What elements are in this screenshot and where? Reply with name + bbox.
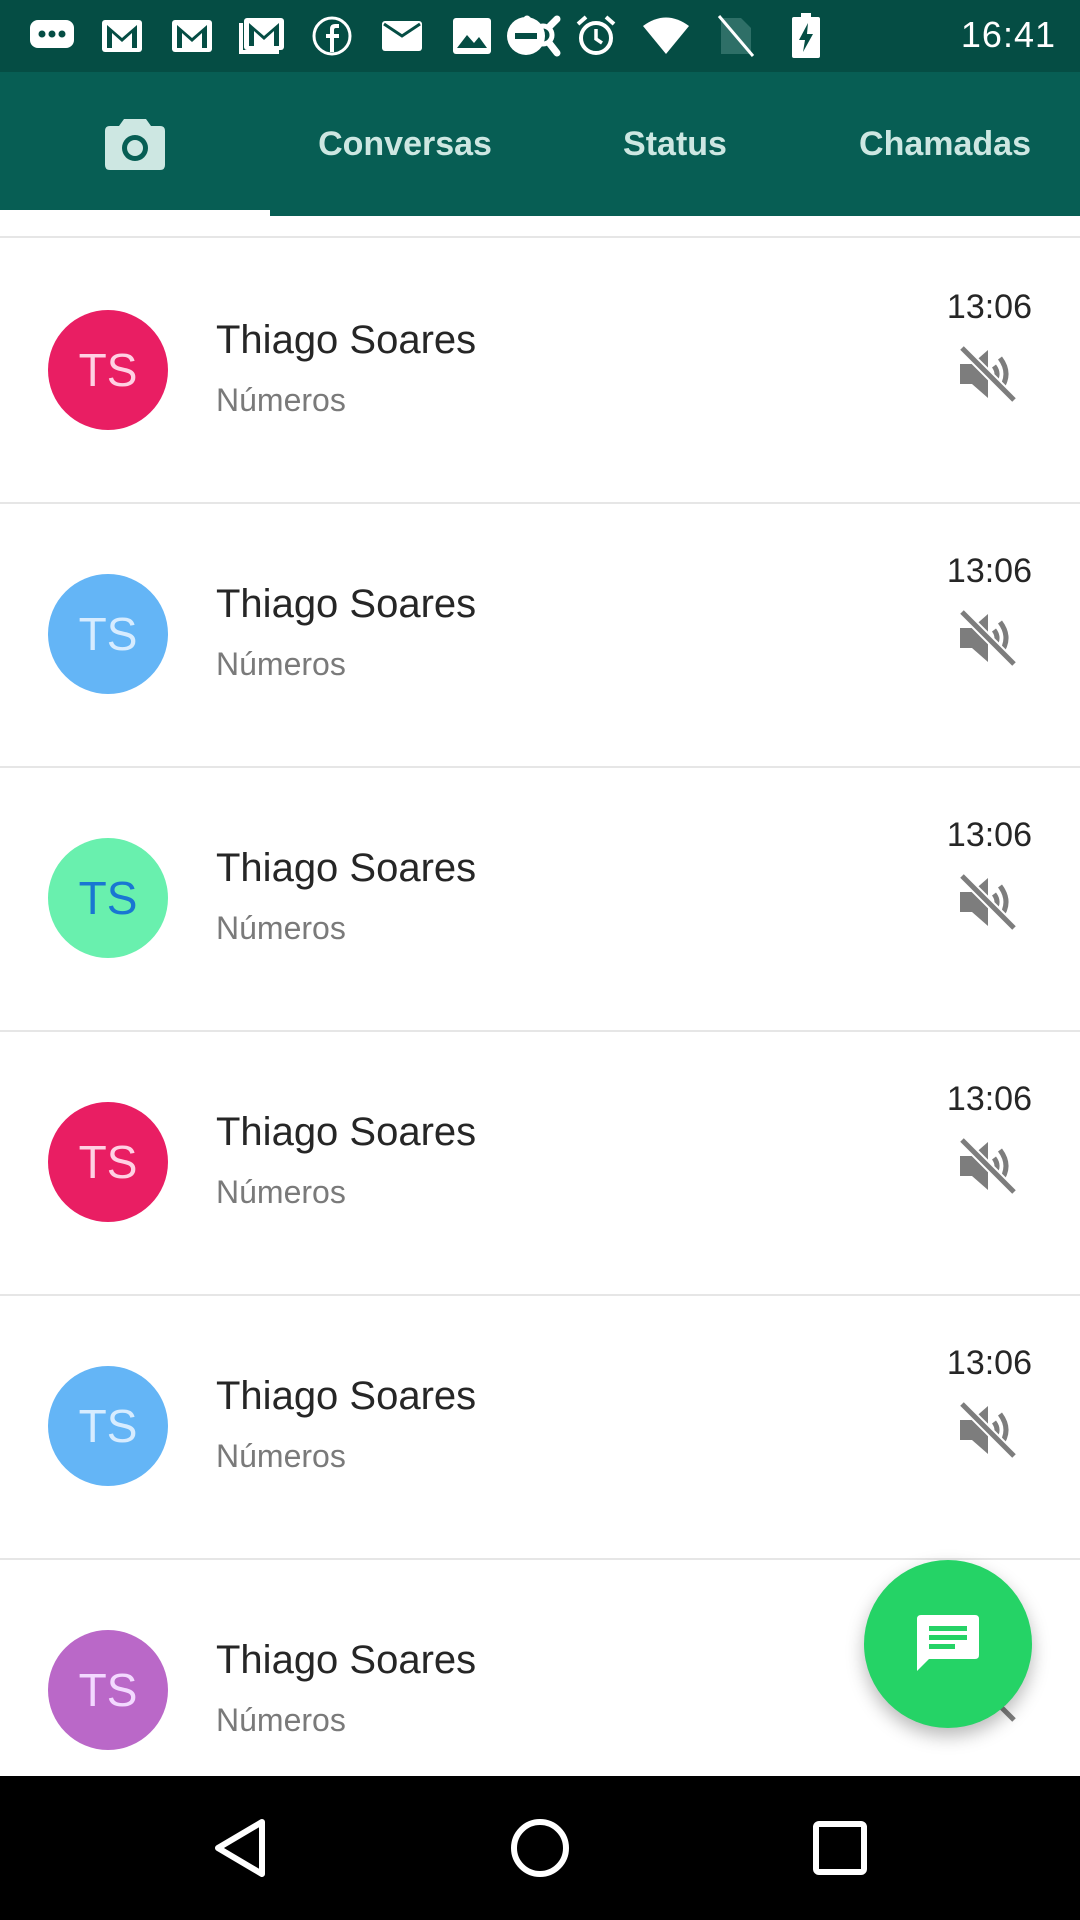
chat-name: Thiago Soares <box>216 1110 477 1154</box>
gmail-icon <box>168 12 216 60</box>
home-icon <box>511 1819 569 1877</box>
no-sim-icon <box>712 12 760 60</box>
chat-time: 13:06 <box>946 1344 1032 1382</box>
recents-icon <box>813 1821 867 1875</box>
gmail-icon <box>238 12 286 60</box>
chat-name: Thiago Soares <box>216 1374 477 1418</box>
chat-row[interactable]: TS Thiago Soares Números 13:06 <box>0 1030 1080 1296</box>
new-chat-button[interactable] <box>864 1560 1032 1728</box>
chat-name: Thiago Soares <box>216 1638 477 1682</box>
avatar[interactable]: TS <box>48 838 168 958</box>
muted-icon <box>956 608 1020 668</box>
home-button[interactable] <box>504 1812 576 1884</box>
chat-name: Thiago Soares <box>216 318 477 362</box>
avatar[interactable]: TS <box>48 1630 168 1750</box>
avatar[interactable]: TS <box>48 310 168 430</box>
status-time: 16:41 <box>960 14 1056 55</box>
do-not-disturb-icon <box>502 12 550 60</box>
notification-icons <box>28 12 566 60</box>
tab-chamadas-label: Chamadas <box>859 124 1031 163</box>
muted-icon <box>956 872 1020 932</box>
tab-status-label: Status <box>623 124 727 163</box>
tab-conversas[interactable]: Conversas <box>270 72 540 216</box>
tab-conversas-label: Conversas <box>318 124 492 163</box>
back-button[interactable] <box>204 1812 276 1884</box>
new-chat-icon <box>917 1615 979 1671</box>
chat-subtitle: Números <box>216 1702 346 1738</box>
gmail-icon <box>98 12 146 60</box>
chat-row[interactable]: TS Thiago Soares Números 13:06 <box>0 238 1080 504</box>
avatar[interactable]: TS <box>48 574 168 694</box>
system-icons <box>502 12 830 60</box>
chat-time: 13:06 <box>946 1080 1032 1118</box>
chat-subtitle: Números <box>216 1174 346 1210</box>
chat-bubble-icon <box>28 12 76 60</box>
chat-name: Thiago Soares <box>216 582 477 626</box>
camera-icon <box>105 119 165 170</box>
chat-time: 13:06 <box>946 288 1032 326</box>
status-bar: 16:41 <box>0 0 1080 72</box>
back-icon <box>215 1819 265 1877</box>
chat-subtitle: Números <box>216 910 346 946</box>
muted-icon <box>956 1400 1020 1460</box>
chat-time: 13:06 <box>946 816 1032 854</box>
chat-name: Thiago Soares <box>216 846 477 890</box>
chat-row[interactable]: TS Thiago Soares Números 13:06 <box>0 502 1080 768</box>
recents-button[interactable] <box>804 1812 876 1884</box>
tab-chamadas[interactable]: Chamadas <box>810 72 1080 216</box>
chat-time: 13:06 <box>946 552 1032 590</box>
navigation-bar <box>0 1776 1080 1920</box>
alarm-icon <box>572 12 620 60</box>
chat-subtitle: Números <box>216 382 346 418</box>
facebook-icon <box>308 12 356 60</box>
chat-list[interactable]: TS Thiago Soares Números 13:06 TS Thiago Soar… <box>0 216 1080 1776</box>
image-icon <box>448 12 496 60</box>
mail-icon <box>378 12 426 60</box>
muted-icon <box>956 344 1020 404</box>
battery-charging-icon <box>782 12 830 60</box>
chat-subtitle: Números <box>216 646 346 682</box>
chat-row[interactable]: TS Thiago Soares Números 13:06 <box>0 1294 1080 1560</box>
app-bar: Conversas Status Chamadas <box>0 72 1080 216</box>
muted-icon <box>956 1136 1020 1196</box>
wifi-icon <box>642 12 690 60</box>
chat-row[interactable]: TS Thiago Soares Números 13:06 <box>0 766 1080 1032</box>
avatar[interactable]: TS <box>48 1102 168 1222</box>
tab-camera[interactable] <box>0 72 270 216</box>
chat-subtitle: Números <box>216 1438 346 1474</box>
avatar[interactable]: TS <box>48 1366 168 1486</box>
tab-status[interactable]: Status <box>540 72 810 216</box>
